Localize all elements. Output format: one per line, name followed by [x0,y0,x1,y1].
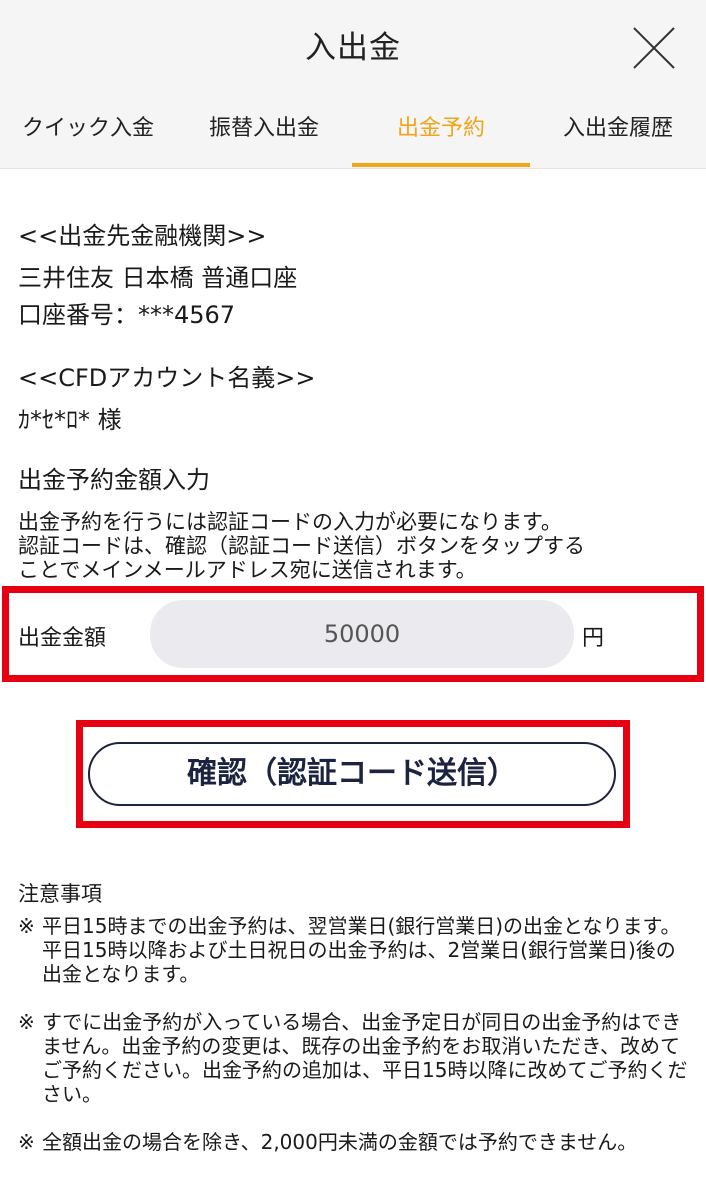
amount-section-heading: 出金予約金額入力 [18,466,210,494]
header: 入出金 クイック入金 振替入出金 出金予約 入出金履歴 [0,0,706,169]
note-item: ※ すでに出金予約が入っている場合、出金予定日が同日の出金予約はできません。出金… [18,1010,690,1106]
tab-withdrawal-reservation[interactable]: 出金予約 [352,100,530,168]
note-mark: ※ [18,1130,35,1154]
note-text: 全額出金の場合を除き、2,000円未満の金額では予約できません。 [42,1130,638,1154]
page-title: 入出金 [305,30,401,66]
bank-name: 三井住友 日本橋 普通口座 [18,264,298,292]
note-mark: ※ [18,914,35,938]
notes-list: ※ 平日15時までの出金予約は、翌営業日(銀行営業日)の出金となります。平日15… [18,914,690,1178]
description-line-2: 認証コードは、確認（認証コード送信）ボタンをタップする [18,534,585,558]
note-item: ※ 全額出金の場合を除き、2,000円未満の金額では予約できません。 [18,1130,690,1154]
note-text: 平日15時までの出金予約は、翌営業日(銀行営業日)の出金となります。平日15時以… [42,914,681,986]
bank-heading: <<出金先金融機関>> [18,222,267,250]
tab-transfer[interactable]: 振替入出金 [176,100,352,168]
tab-bar: クイック入金 振替入出金 出金予約 入出金履歴 [0,100,706,168]
description-line-1: 出金予約を行うには認証コードの入力が必要になります。 [18,510,562,534]
active-tab-indicator [352,163,530,167]
account-number: 口座番号：***4567 [18,301,236,329]
description-line-3: ことでメインメールアドレス宛に送信されます。 [18,558,477,582]
close-icon[interactable] [632,26,676,70]
cfd-heading: <<CFDアカウント名義>> [18,364,316,392]
account-holder: ｶ*ｾ*ﾛ* 様 [18,406,122,434]
tab-quick-deposit[interactable]: クイック入金 [0,100,176,168]
note-text: すでに出金予約が入っている場合、出金予定日が同日の出金予約はできません。出金予約… [42,1010,688,1106]
currency-label: 円 [582,626,605,651]
amount-input[interactable] [150,600,574,668]
notes-heading: 注意事項 [18,882,102,906]
amount-label: 出金金額 [18,626,107,651]
note-mark: ※ [18,1010,35,1034]
tab-history[interactable]: 入出金履歴 [530,100,706,168]
confirm-send-code-button[interactable]: 確認（認証コード送信） [88,742,616,806]
note-item: ※ 平日15時までの出金予約は、翌営業日(銀行営業日)の出金となります。平日15… [18,914,690,986]
